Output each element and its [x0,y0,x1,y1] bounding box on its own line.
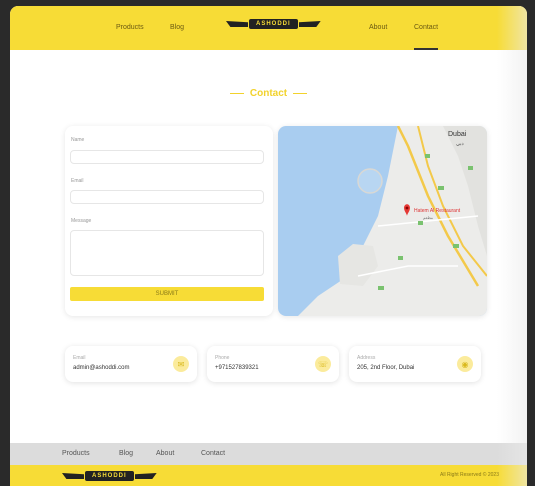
section-title: Contact [10,88,527,99]
logo-right-wing [298,21,321,27]
logo-left-wing [226,21,248,27]
email-card: Email admin@ashoddi.com ✉ [65,346,197,382]
map-city-arabic-label: دبي [456,141,464,147]
map-park [398,256,403,260]
top-navbar: Products Blog ASHODDI About Contact [10,6,527,50]
map-park [468,166,473,170]
footer-logo-wordmark: ASHODDI [85,471,134,481]
footer-logo[interactable]: ASHODDI [62,469,157,483]
map-pin-label: Hatem Al Restaurant [414,208,461,214]
email-field[interactable] [70,190,264,204]
message-label: Message [71,218,92,224]
browser-frame: Products Blog ASHODDI About Contact Cont… [10,6,527,486]
map-svg: Dubai دبي Hatem Al Restaurant مطعم [278,126,487,316]
phone-icon: ☏ [315,356,331,372]
map-palm-island [357,168,383,194]
copyright-text: All Right Reserved © 2023 [440,472,499,478]
name-label: Name [71,137,85,143]
logo-wordmark: ASHODDI [249,19,298,29]
message-field[interactable] [70,230,264,276]
footer-bottom-bar: ASHODDI All Right Reserved © 2023 [10,465,527,486]
map-park [453,244,459,248]
map-park [425,154,430,158]
map-city-label: Dubai [448,131,467,138]
map-pin-sublabel: مطعم [423,215,433,220]
location-map[interactable]: Dubai دبي Hatem Al Restaurant مطعم [278,126,487,316]
contact-form: Name Email Message SUBMIT [65,126,273,316]
nav-products[interactable]: Products [116,24,144,31]
map-park [378,286,384,290]
title-right-line [293,92,308,94]
phone-card-value[interactable]: +971527839321 [215,365,259,371]
name-field[interactable] [70,150,264,164]
nav-contact[interactable]: Contact [414,24,439,50]
phone-card-label: Phone [215,355,230,361]
email-card-value[interactable]: admin@ashoddi.com [73,365,129,371]
footer-link-products[interactable]: Products [62,450,90,457]
nav-about[interactable]: About [369,24,387,31]
map-park [418,221,423,225]
footer-logo-left-wing [62,473,84,479]
title-left-line [229,92,244,94]
address-card: Address 205, 2nd Floor, Dubai ◉ [349,346,481,382]
phone-card: Phone +971527839321 ☏ [207,346,339,382]
map-park [438,186,444,190]
email-label: Email [71,178,84,184]
footer-links-bar: Products Blog About Contact [10,443,527,465]
footer-link-about[interactable]: About [156,450,174,457]
section-title-text: Contact [249,88,288,99]
email-card-label: Email [73,355,86,361]
envelope-icon: ✉ [173,356,189,372]
footer-link-blog[interactable]: Blog [119,450,133,457]
submit-button[interactable]: SUBMIT [70,287,264,301]
nav-blog[interactable]: Blog [170,24,184,31]
map-pin-dot [405,206,409,210]
footer-link-contact[interactable]: Contact [201,450,225,457]
location-icon: ◉ [457,356,473,372]
address-card-value: 205, 2nd Floor, Dubai [357,365,415,371]
brand-logo[interactable]: ASHODDI [226,17,321,31]
address-card-label: Address [357,355,376,361]
footer-logo-right-wing [134,473,157,479]
